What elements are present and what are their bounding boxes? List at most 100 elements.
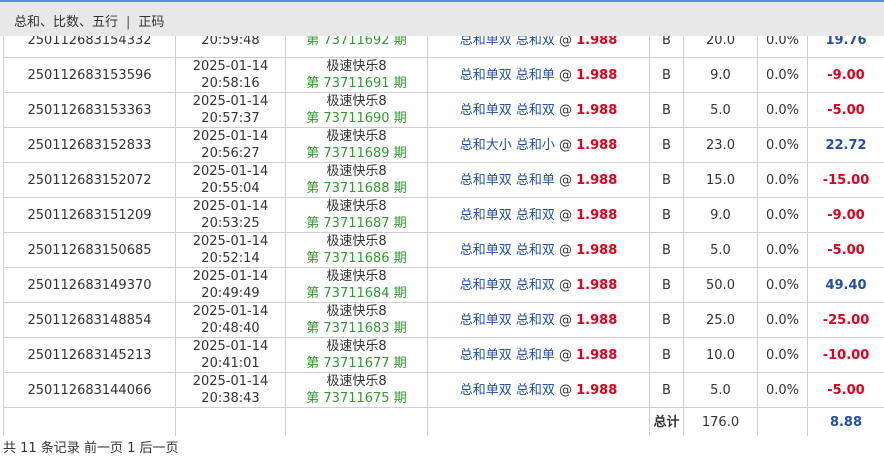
cell-empty [428, 408, 650, 437]
table-row: 2501126831535962025-01-1420:58:16极速快乐8第 … [4, 58, 884, 93]
cell-side: B [650, 58, 684, 93]
bet-amount: 15.0 [706, 173, 735, 188]
issue-number: 第 73711692 期 [286, 36, 427, 49]
cell-order-id: 250112683153363 [4, 93, 176, 128]
bet-time: 20:53:25 [176, 215, 285, 232]
rebate: 0.0% [766, 68, 799, 83]
cell-order-id: 250112683154332 [4, 36, 176, 58]
issue-number: 第 73711688 期 [286, 180, 427, 197]
total-amount: 176.0 [702, 415, 739, 430]
cell-order-id: 250112683153596 [4, 58, 176, 93]
cell-bet: 总和单双 总和双 @ 1.988 [428, 303, 650, 338]
cell-bet: 总和单双 总和双 @ 1.988 [428, 268, 650, 303]
bet-side: B [662, 138, 671, 153]
odds-value: 1.988 [576, 348, 617, 363]
cell-lottery: 极速快乐8第 73711688 期 [286, 163, 428, 198]
cell-order-id: 250112683145213 [4, 338, 176, 373]
cell-rebate: 0.0% [758, 93, 808, 128]
bet-amount: 5.0 [710, 383, 731, 398]
rebate: 0.0% [766, 208, 799, 223]
table-row: 2501126831452132025-01-1420:41:01极速快乐8第 … [4, 338, 884, 373]
bet-time: 20:58:16 [176, 75, 285, 92]
cell-rebate: 0.0% [758, 338, 808, 373]
win-loss: -5.00 [827, 243, 864, 258]
odds-at: @ [559, 278, 572, 293]
game-name: 极速快乐8 [286, 338, 427, 355]
cell-rebate: 0.0% [758, 303, 808, 338]
bet-time: 20:57:37 [176, 110, 285, 127]
odds-value: 1.988 [576, 383, 617, 398]
odds-at: @ [559, 103, 572, 118]
table-row: 2501126831488542025-01-1420:48:40极速快乐8第 … [4, 303, 884, 338]
bet-side: B [662, 278, 671, 293]
next-page-link[interactable]: 后一页 [140, 441, 179, 456]
cell-order-id: 250112683152833 [4, 128, 176, 163]
breadcrumb-separator: | [126, 15, 130, 30]
cell-datetime: 2025-01-1420:53:25 [176, 198, 286, 233]
cell-lottery: 极速快乐8第 73711689 期 [286, 128, 428, 163]
cell-side: B [650, 163, 684, 198]
bet-amount: 23.0 [706, 138, 735, 153]
bet-time: 20:38:43 [176, 390, 285, 407]
cell-bet: 总和单双 总和双 @ 1.988 [428, 373, 650, 408]
odds-value: 1.988 [576, 103, 617, 118]
odds-at: @ [559, 313, 572, 328]
bet-date: 2025-01-14 [176, 58, 285, 75]
bet-content: 总和单双 总和单 [460, 68, 555, 83]
cell-datetime: 2025-01-1420:52:14 [176, 233, 286, 268]
breadcrumb-item-zhengma[interactable]: 正码 [138, 15, 164, 30]
cell-win-loss: -5.00 [808, 93, 884, 128]
bet-date: 2025-01-14 [176, 128, 285, 145]
prev-page-link[interactable]: 前一页 [84, 441, 123, 456]
win-loss: 22.72 [825, 138, 866, 153]
bet-time: 20:56:27 [176, 145, 285, 162]
game-name: 极速快乐8 [286, 128, 427, 145]
cell-rebate: 0.0% [758, 198, 808, 233]
rebate: 0.0% [766, 36, 799, 48]
win-loss: -9.00 [827, 68, 864, 83]
cell-datetime: 2025-01-1420:55:04 [176, 163, 286, 198]
odds-at: @ [559, 383, 572, 398]
bet-amount: 25.0 [706, 313, 735, 328]
odds-at: @ [559, 36, 572, 48]
cell-win-loss: -15.00 [808, 163, 884, 198]
cell-datetime: 2025-01-1420:58:16 [176, 58, 286, 93]
order-id: 250112683145213 [27, 348, 151, 363]
win-loss: -5.00 [827, 103, 864, 118]
table-row: 25011268315433220:59:48第 73711692 期总和单双 … [4, 36, 884, 58]
bet-amount: 9.0 [710, 68, 731, 83]
bet-amount: 50.0 [706, 278, 735, 293]
game-name: 极速快乐8 [286, 303, 427, 320]
cell-order-id: 250112683150685 [4, 233, 176, 268]
win-loss: 49.40 [825, 278, 866, 293]
bet-content: 总和单双 总和单 [460, 348, 555, 363]
bet-date: 2025-01-14 [176, 163, 285, 180]
cell-rebate: 0.0% [758, 163, 808, 198]
rebate: 0.0% [766, 103, 799, 118]
cell-side: B [650, 36, 684, 58]
bet-records-table-wrap[interactable]: 25011268315433220:59:48第 73711692 期总和单双 … [3, 36, 884, 436]
breadcrumb-item-sum-ratio-elements[interactable]: 总和、比数、五行 [14, 15, 118, 30]
bet-content: 总和单双 总和双 [460, 208, 555, 223]
cell-bet: 总和单双 总和双 @ 1.988 [428, 93, 650, 128]
total-row: 总计176.08.88 [4, 408, 884, 437]
cell-lottery: 极速快乐8第 73711686 期 [286, 233, 428, 268]
cell-lottery: 第 73711692 期 [286, 36, 428, 58]
cell-win-loss: -9.00 [808, 58, 884, 93]
cell-empty [758, 408, 808, 437]
cell-bet: 总和大小 总和小 @ 1.988 [428, 128, 650, 163]
cell-side: B [650, 338, 684, 373]
bet-time: 20:48:40 [176, 320, 285, 337]
bet-date: 2025-01-14 [176, 233, 285, 250]
cell-side: B [650, 128, 684, 163]
odds-at: @ [559, 208, 572, 223]
order-id: 250112683150685 [27, 243, 151, 258]
bet-amount: 9.0 [710, 208, 731, 223]
cell-rebate: 0.0% [758, 268, 808, 303]
odds-value: 1.988 [576, 138, 617, 153]
rebate: 0.0% [766, 383, 799, 398]
rebate: 0.0% [766, 243, 799, 258]
order-id: 250112683152833 [27, 138, 151, 153]
bet-time: 20:52:14 [176, 250, 285, 267]
breadcrumb: 总和、比数、五行 | 正码 [14, 11, 164, 30]
